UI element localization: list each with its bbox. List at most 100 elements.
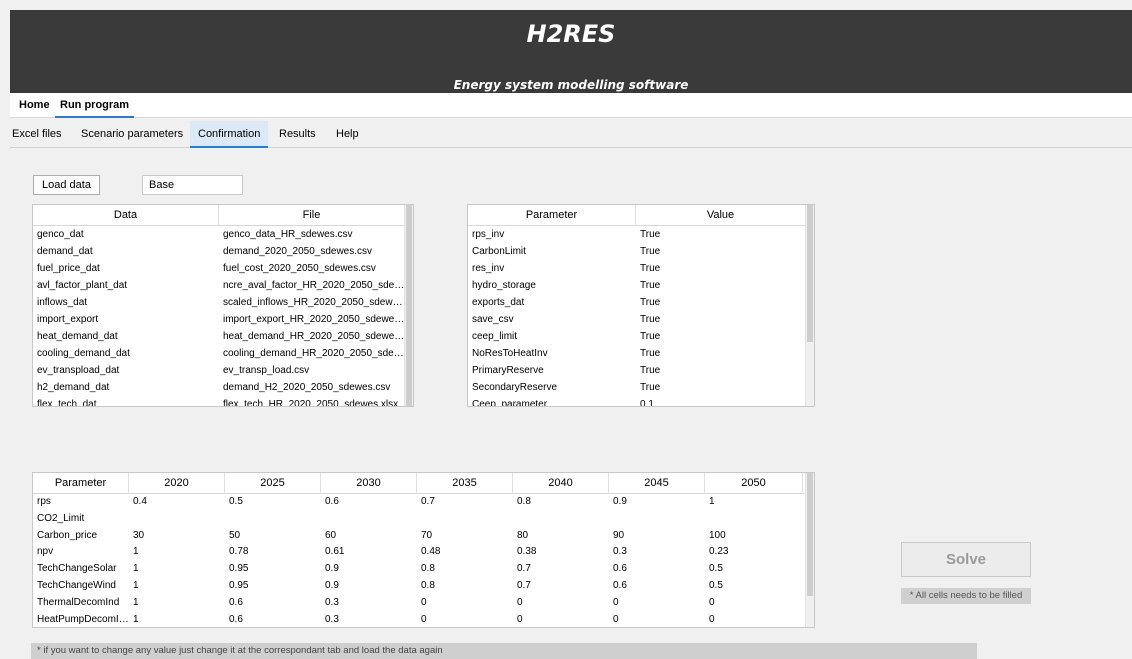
table-cell[interactable]: 0: [705, 595, 803, 612]
table-row[interactable]: HeatPumpDecomInd 1 0.6 0.3 0 0 0 0: [33, 612, 814, 627]
table-cell[interactable]: 0.95: [225, 578, 321, 595]
column-header[interactable]: File: [219, 205, 405, 226]
table-cell[interactable]: True: [636, 260, 806, 277]
table-cell[interactable]: True: [636, 328, 806, 345]
table-cell[interactable]: 0: [705, 612, 803, 627]
table-cell[interactable]: 70: [417, 528, 513, 545]
table-cell[interactable]: rps_inv: [468, 226, 636, 243]
table-row[interactable]: rps_inv True: [468, 226, 814, 243]
table-cell[interactable]: 0.6: [609, 578, 705, 595]
table-row[interactable]: Carbon_price 30 50 60 70 80 90 100: [33, 528, 814, 545]
table-cell[interactable]: 1: [129, 578, 225, 595]
column-header[interactable]: 2040: [513, 473, 609, 494]
table-row[interactable]: PrimaryReserve True: [468, 362, 814, 379]
table-cell[interactable]: 0.1: [636, 396, 806, 406]
table-cell[interactable]: True: [636, 311, 806, 328]
table-cell[interactable]: cooling_demand_dat: [33, 345, 219, 362]
column-header[interactable]: 2030: [321, 473, 417, 494]
table-cell[interactable]: 0.6: [321, 494, 417, 511]
column-header[interactable]: 2020: [129, 473, 225, 494]
table-cell[interactable]: 80: [513, 528, 609, 545]
table-cell[interactable]: 0.3: [321, 612, 417, 627]
table-cell[interactable]: TechChangeSolar: [33, 561, 129, 578]
table-cell[interactable]: 0.7: [513, 578, 609, 595]
table-cell[interactable]: True: [636, 379, 806, 396]
table-cell[interactable]: 0.9: [609, 494, 705, 511]
table-row[interactable]: demand_dat demand_2020_2050_sdewes.csv: [33, 243, 413, 260]
table-cell[interactable]: CO2_Limit: [33, 511, 129, 528]
table-cell[interactable]: 0.38: [513, 544, 609, 561]
table-cell[interactable]: [321, 511, 417, 528]
table-row[interactable]: SecondaryReserve True: [468, 379, 814, 396]
table-cell[interactable]: [225, 511, 321, 528]
table-cell[interactable]: PrimaryReserve: [468, 362, 636, 379]
table-row[interactable]: flex_tech_dat flex_tech_HR_2020_2050_sdew…: [33, 396, 413, 406]
table-cell[interactable]: 30: [129, 528, 225, 545]
table-cell[interactable]: demand_H2_2020_2050_sdewes.csv: [219, 379, 405, 396]
table-row[interactable]: cooling_demand_dat cooling_demand_HR_2020…: [33, 345, 413, 362]
table-cell[interactable]: fuel_price_dat: [33, 260, 219, 277]
column-header[interactable]: 2045: [609, 473, 705, 494]
tab-help[interactable]: Help: [328, 121, 367, 148]
table-cell[interactable]: exports_dat: [468, 294, 636, 311]
table-row[interactable]: ceep_limit True: [468, 328, 814, 345]
table-cell[interactable]: HeatPumpDecomInd: [33, 612, 129, 627]
table-row[interactable]: genco_dat genco_data_HR_sdewes.csv: [33, 226, 413, 243]
table-cell[interactable]: 0.3: [609, 544, 705, 561]
table-row[interactable]: ev_transpload_dat ev_transp_load.csv: [33, 362, 413, 379]
column-header[interactable]: 2035: [417, 473, 513, 494]
table-cell[interactable]: import_export_HR_2020_2050_sdewes.csv: [219, 311, 405, 328]
table-cell[interactable]: genco_dat: [33, 226, 219, 243]
table-cell[interactable]: 1: [129, 544, 225, 561]
column-header[interactable]: 2050: [705, 473, 803, 494]
vertical-scrollbar[interactable]: [404, 205, 413, 406]
column-header[interactable]: Parameter: [468, 205, 636, 226]
table-row[interactable]: npv 1 0.78 0.61 0.48 0.38 0.3 0.23: [33, 544, 814, 561]
table-cell[interactable]: heat_demand_HR_2020_2050_sdewes.csv: [219, 328, 405, 345]
table-cell[interactable]: 0: [417, 595, 513, 612]
table-cell[interactable]: import_export: [33, 311, 219, 328]
table-row[interactable]: res_inv True: [468, 260, 814, 277]
table-cell[interactable]: [705, 511, 803, 528]
table-cell[interactable]: 0.78: [225, 544, 321, 561]
table-cell[interactable]: True: [636, 362, 806, 379]
table-cell[interactable]: scaled_inflows_HR_2020_2050_sdewes....: [219, 294, 405, 311]
table-row[interactable]: TechChangeSolar 1 0.95 0.9 0.8 0.7 0.6 0.5: [33, 561, 814, 578]
table-cell[interactable]: 0: [417, 612, 513, 627]
table-cell[interactable]: hydro_storage: [468, 277, 636, 294]
table-row[interactable]: Ceep_parameter 0.1: [468, 396, 814, 406]
vertical-scrollbar[interactable]: [805, 205, 814, 406]
solve-button[interactable]: Solve: [901, 542, 1031, 577]
table-cell[interactable]: 0.4: [129, 494, 225, 511]
tab-scenario-parameters[interactable]: Scenario parameters: [73, 121, 191, 148]
table-cell[interactable]: 1: [129, 561, 225, 578]
table-cell[interactable]: fuel_cost_2020_2050_sdewes.csv: [219, 260, 405, 277]
table-cell[interactable]: avl_factor_plant_dat: [33, 277, 219, 294]
column-header[interactable]: Value: [636, 205, 806, 226]
table-cell[interactable]: 0.61: [321, 544, 417, 561]
tab-results[interactable]: Results: [271, 121, 324, 148]
table-cell[interactable]: TechChangeWind: [33, 578, 129, 595]
table-cell[interactable]: Carbon_price: [33, 528, 129, 545]
vertical-scrollbar[interactable]: [805, 473, 814, 627]
table-cell[interactable]: 0.7: [513, 561, 609, 578]
table-cell[interactable]: True: [636, 294, 806, 311]
table-cell[interactable]: 0.8: [513, 494, 609, 511]
table-cell[interactable]: 50: [225, 528, 321, 545]
table-cell[interactable]: 60: [321, 528, 417, 545]
table-cell[interactable]: inflows_dat: [33, 294, 219, 311]
column-header[interactable]: Parameter: [33, 473, 129, 494]
table-cell[interactable]: 0.6: [609, 561, 705, 578]
table-cell[interactable]: 0.5: [225, 494, 321, 511]
table-cell[interactable]: 1: [129, 595, 225, 612]
table-cell[interactable]: rps: [33, 494, 129, 511]
table-row[interactable]: TechChangeWind 1 0.95 0.9 0.8 0.7 0.6 0.5: [33, 578, 814, 595]
tab-excel-files[interactable]: Excel files: [4, 121, 70, 148]
table-cell[interactable]: 0.8: [417, 578, 513, 595]
table-row[interactable]: inflows_dat scaled_inflows_HR_2020_2050_s…: [33, 294, 413, 311]
table-cell[interactable]: 0: [513, 595, 609, 612]
column-header[interactable]: 2025: [225, 473, 321, 494]
column-header[interactable]: Data: [33, 205, 219, 226]
table-cell[interactable]: CarbonLimit: [468, 243, 636, 260]
table-cell[interactable]: NoResToHeatInv: [468, 345, 636, 362]
